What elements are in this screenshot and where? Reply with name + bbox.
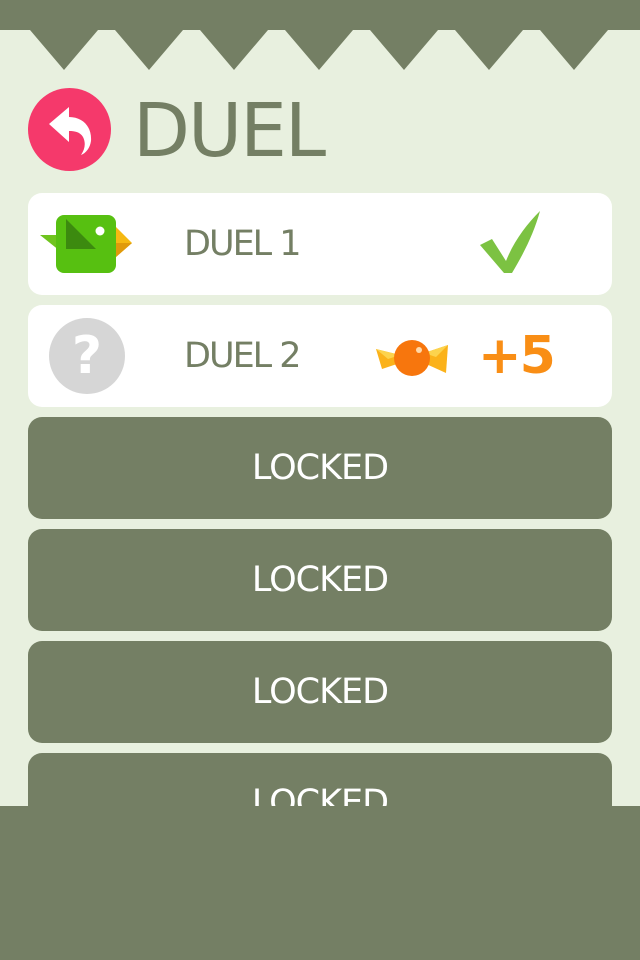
locked-label: LOCKED [251,672,389,712]
page-title: DUEL [133,88,326,174]
top-bar [0,0,640,30]
locked-row-3[interactable]: LOCKED [28,417,612,519]
locked-label: LOCKED [251,560,389,600]
duel-row-2[interactable]: ? DUEL 2 +5 [28,305,612,407]
back-button[interactable] [28,88,111,171]
question-mark-icon: ? [49,318,125,394]
green-bird-icon [40,215,132,273]
back-arrow-icon [48,106,91,155]
checkmark-icon [480,211,540,273]
duel-row-1[interactable]: DUEL 1 [28,193,612,295]
locked-label: LOCKED [251,448,389,488]
duel-label: DUEL 2 [184,336,302,376]
zigzag-border [30,30,608,70]
candy-icon [376,340,448,376]
locked-row-5[interactable]: LOCKED [28,641,612,743]
duel-label: DUEL 1 [184,224,302,264]
locked-row-4[interactable]: LOCKED [28,529,612,631]
bottom-bar [0,806,640,960]
reward-amount: +5 [478,326,556,386]
